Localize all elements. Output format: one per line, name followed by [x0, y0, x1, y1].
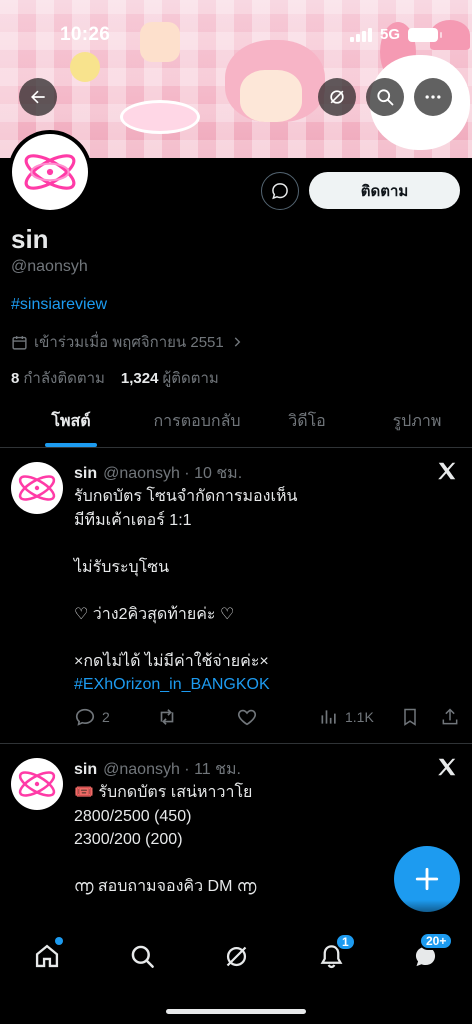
- message-button[interactable]: [261, 172, 299, 210]
- nav-home[interactable]: [27, 936, 67, 976]
- home-unread-dot: [55, 937, 63, 945]
- heart-icon: [237, 709, 257, 726]
- home-icon: [35, 944, 59, 968]
- post-text: รับกดบัตร โซนจำกัดการมองเห็น มีทีมเค้าเต…: [74, 485, 444, 697]
- calendar-icon: [12, 335, 27, 350]
- tab-videos[interactable]: วิดีโอ: [252, 396, 362, 447]
- following-count: 8: [11, 370, 20, 387]
- views-count: 1.1K: [345, 709, 374, 725]
- handle: @naonsyh: [11, 258, 88, 275]
- nav-search[interactable]: [122, 936, 162, 976]
- bio-hashtag-link[interactable]: #sinsiareview: [11, 296, 107, 314]
- home-indicator: [166, 1009, 306, 1014]
- follow-stats: 8 กำลังติดตาม 1,324 ผู้ติดตาม: [11, 366, 219, 390]
- status-bar: 10:26 5G: [0, 0, 472, 70]
- back-button[interactable]: [19, 78, 57, 116]
- post-author: sin: [74, 761, 98, 778]
- views-chart-icon: [321, 710, 336, 724]
- post-avatar[interactable]: [11, 462, 63, 514]
- x-logo-icon: [438, 462, 456, 480]
- arrow-left-icon: [31, 90, 45, 104]
- views-button[interactable]: 1.1K: [319, 707, 374, 727]
- nav-notifications[interactable]: 1: [311, 933, 356, 976]
- display-name: sin: [11, 224, 49, 254]
- tab-replies[interactable]: การตอบกลับ: [142, 396, 252, 447]
- grok-icon: [330, 90, 344, 104]
- banner-decoration: [240, 70, 302, 122]
- status-indicators: 5G: [349, 26, 442, 43]
- more-button[interactable]: [414, 78, 452, 116]
- share-icon: [442, 708, 458, 725]
- post-avatar[interactable]: [11, 758, 63, 810]
- repost-icon: [160, 709, 174, 725]
- followers-link[interactable]: 1,324 ผู้ติดตาม: [121, 366, 219, 390]
- joined-date: เข้าร่วมเมื่อ พฤศจิกายน 2551: [11, 330, 244, 354]
- reply-count: 2: [102, 709, 110, 725]
- following-link[interactable]: 8 กำลังติดตาม: [11, 366, 105, 390]
- like-button[interactable]: [236, 706, 258, 728]
- post-hashtag[interactable]: #EXhOrizon_in_BANGKOK: [74, 673, 444, 697]
- post-text: 🎟️ รับกดบัตร เสน่หาวาโย 2800/2500 (450) …: [74, 784, 257, 895]
- search-icon: [131, 945, 154, 968]
- post-author: sin: [74, 465, 98, 482]
- nav-grok[interactable]: [216, 936, 256, 976]
- plus-icon: [415, 867, 439, 891]
- post-header: sin @naonsyh · 10 ชม.: [74, 461, 242, 486]
- nav-messages[interactable]: 20+: [405, 932, 454, 976]
- post-meta: @naonsyh · 11 ชม.: [103, 761, 241, 778]
- post-header: sin @naonsyh · 11 ชม.: [74, 757, 241, 782]
- status-time: 10:26: [60, 24, 111, 45]
- banner-decoration: [120, 100, 200, 134]
- joined-text: เข้าร่วมเมื่อ พฤศจิกายน 2551: [34, 334, 224, 351]
- post-text-lines: รับกดบัตร โซนจำกัดการมองเห็น มีทีมเค้าเต…: [74, 488, 298, 670]
- profile-avatar[interactable]: [8, 130, 92, 214]
- atom-logo-icon: [24, 154, 76, 190]
- messages-badge: 20+: [419, 932, 454, 950]
- x-logo-icon: [438, 758, 456, 776]
- reply-icon: [75, 708, 95, 726]
- chat-bubble-icon: [272, 183, 288, 200]
- followers-label: ผู้ติดตาม: [162, 370, 219, 387]
- grok-button[interactable]: [318, 78, 356, 116]
- reply-button[interactable]: 2: [74, 706, 110, 728]
- follow-button[interactable]: ติดตาม: [309, 172, 460, 209]
- profile-tabs: โพสต์ การตอบกลับ วิดีโอ รูปภาพ: [0, 396, 472, 448]
- chevron-right-icon[interactable]: [230, 335, 244, 349]
- signal-icon: [349, 27, 372, 42]
- more-icon: [425, 95, 441, 99]
- post-meta: @naonsyh · 10 ชม.: [103, 465, 243, 482]
- share-button[interactable]: [440, 707, 460, 727]
- tab-photos[interactable]: รูปภาพ: [362, 396, 472, 447]
- post[interactable]: sin @naonsyh · 10 ชม. รับกดบัตร โซนจำกัดก…: [0, 448, 472, 744]
- atom-logo-icon: [18, 771, 56, 797]
- bookmark-icon: [404, 708, 416, 726]
- notifications-badge: 1: [335, 933, 356, 951]
- search-button[interactable]: [366, 78, 404, 116]
- grok-icon: [226, 946, 246, 966]
- tab-posts[interactable]: โพสต์: [0, 396, 142, 447]
- following-label: กำลังติดตาม: [23, 370, 105, 387]
- followers-count: 1,324: [120, 370, 159, 387]
- repost-button[interactable]: [156, 706, 178, 728]
- post-actions: 2 1.1K: [74, 705, 462, 729]
- atom-logo-icon: [18, 475, 56, 501]
- bookmark-button[interactable]: [400, 707, 420, 727]
- network-type: 5G: [379, 26, 400, 43]
- battery-icon: [408, 27, 442, 42]
- search-icon: [377, 89, 394, 106]
